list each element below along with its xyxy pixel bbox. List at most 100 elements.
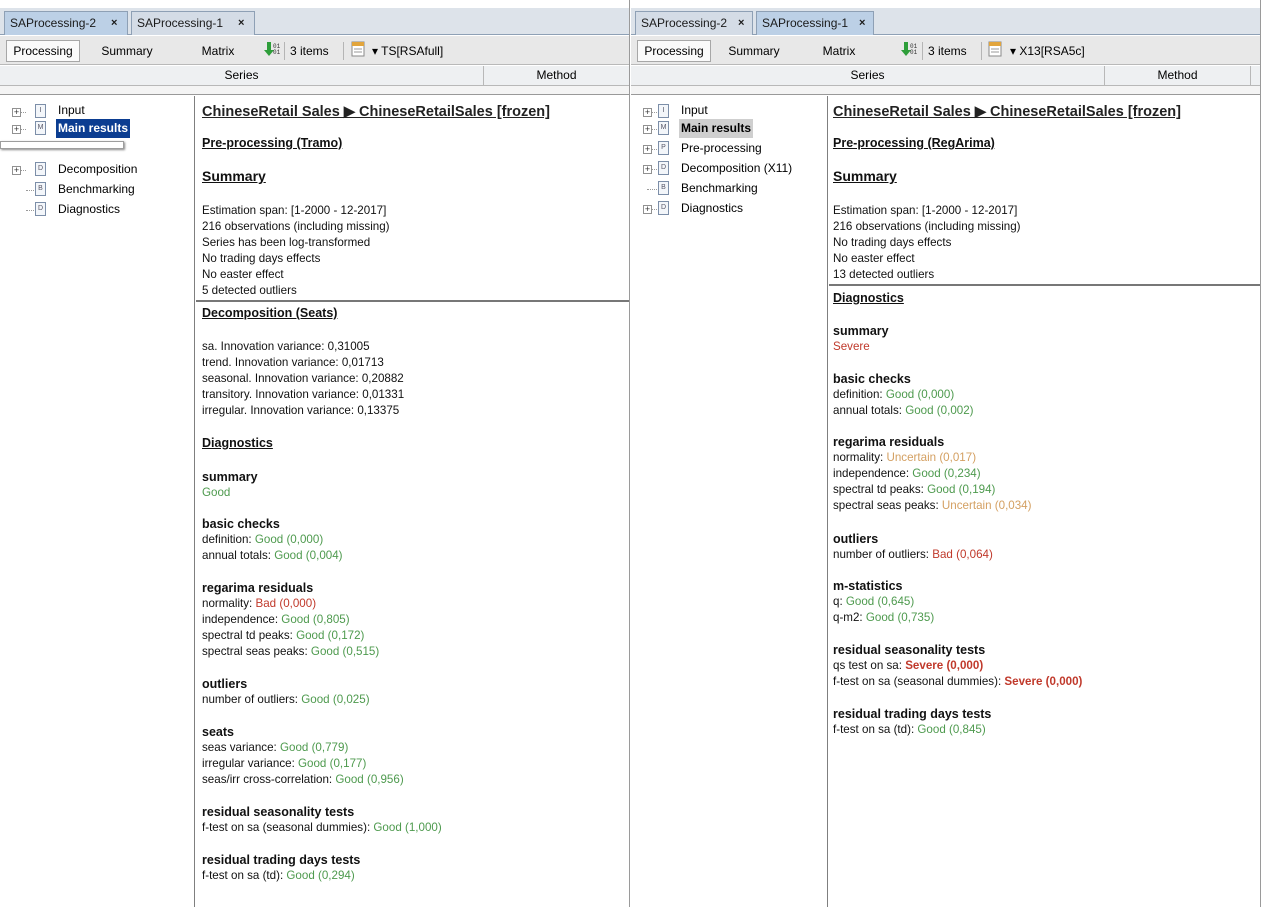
results-tree: + I Input + M Main results + P Pre-proce… [631,96,828,907]
report-panel: ChineseRetail Sales ▶ ChineseRetailSales… [196,96,629,907]
toolbar-separator [284,42,285,60]
app-root: SAProcessing-2 × SAProcessing-1 × Proces… [0,0,1261,907]
section-divider [196,300,629,302]
expand-icon[interactable]: + [643,165,652,174]
seats-group: seats seas variance: Good (0,779) irregu… [202,725,404,786]
section-divider [829,284,1260,286]
processing-toolbar: Processing Summary Matrix 01 01 3 items ▾… [0,36,629,65]
summary-block: Estimation span: [1-2000 - 12-2017] 216 … [833,204,1021,281]
tab-matrix[interactable]: Matrix [190,40,246,62]
decomposition-heading[interactable]: Decomposition (Seats) [202,306,337,320]
specification-icon[interactable] [351,40,367,62]
document-tabbar: SAProcessing-2 × SAProcessing-1 × [0,8,629,35]
column-series[interactable]: Series [0,66,484,86]
report-title: ChineseRetail Sales ▶ ChineseRetailSales… [202,104,550,120]
decomposition-node-icon: D [658,161,669,175]
expand-icon[interactable]: + [12,166,21,175]
residual-trading-days-group: residual trading days tests f-test on sa… [202,853,361,882]
tab-processing[interactable]: Processing [637,40,711,62]
outliers-group: outliers number of outliers: Bad (0,064) [833,532,993,561]
pre-processing-node-icon: P [658,141,669,155]
column-method[interactable]: Method [1105,66,1251,86]
close-icon[interactable]: × [111,12,117,34]
close-icon[interactable]: × [238,12,244,34]
tooltip-overlay [0,141,124,149]
expand-icon[interactable]: + [643,125,652,134]
left-processing-window: SAProcessing-2 × SAProcessing-1 × Proces… [0,0,630,907]
decomposition-block: sa. Innovation variance: 0,31005 trend. … [202,340,405,417]
specification-icon[interactable] [988,40,1004,62]
benchmarking-node-icon: B [658,181,669,195]
toolbar-separator [981,42,982,60]
svg-text:01: 01 [273,49,280,56]
doc-tab-saprocessing-1[interactable]: SAProcessing-1 × [131,11,255,35]
diagnostics-node-icon: D [35,202,46,216]
residual-seasonality-group: residual seasonality tests qs test on sa… [833,643,1083,688]
specification-dropdown[interactable]: ▾ X13[RSA5c] [1010,40,1085,62]
summary-heading: Summary [833,168,897,184]
series-table-header: Series Method [0,66,629,86]
doc-tab-label: SAProcessing-1 [137,16,224,30]
collapsed-series-row[interactable] [0,86,629,95]
right-processing-window: SAProcessing-2 × SAProcessing-1 × Proces… [631,0,1261,907]
toolbar-separator [343,42,344,60]
expand-icon[interactable]: + [643,145,652,154]
close-icon[interactable]: × [859,12,865,34]
document-tabbar: SAProcessing-2 × SAProcessing-1 × [631,8,1260,35]
results-tree: + I Input + M Main results Pre-processin… [0,96,195,907]
close-icon[interactable]: × [738,12,744,34]
m-statistics-group: m-statistics q: Good (0,645) q-m2: Good … [833,579,935,624]
column-method[interactable]: Method [484,66,629,86]
main-results-node-icon: M [658,121,669,135]
diagnostics-summary: summary Severe [833,324,889,353]
doc-tab-label: SAProcessing-2 [10,16,97,30]
decomposition-node-icon: D [35,162,46,176]
collapsed-series-row[interactable] [631,86,1260,95]
status-badge: Good [202,486,231,499]
run-processing-icon[interactable]: 01 01 [899,40,918,62]
regarima-residuals-group: regarima residuals normality: Uncertain … [833,435,1032,512]
report-title: ChineseRetail Sales ▶ ChineseRetailSales… [833,104,1181,120]
expand-icon[interactable]: + [12,108,21,117]
toolbar-separator [922,42,923,60]
preprocessing-heading[interactable]: Pre-processing (Tramo) [202,136,342,150]
diagnostics-summary: summary Good [202,470,258,499]
tab-processing[interactable]: Processing [6,40,80,62]
expand-icon[interactable]: + [643,108,652,117]
input-node-icon: I [35,104,46,118]
doc-tab-label: SAProcessing-1 [762,16,849,30]
items-count: 3 items [928,44,967,58]
basic-checks-group: basic checks definition: Good (0,000) an… [833,372,974,417]
regarima-residuals-group: regarima residuals normality: Bad (0,000… [202,581,380,658]
processing-toolbar: Processing Summary Matrix 01 01 3 items ▾… [631,36,1260,65]
specification-dropdown[interactable]: ▾ TS[RSAfull] [372,40,443,62]
main-results-node-icon: M [35,121,46,135]
expand-icon[interactable]: + [12,125,21,134]
outliers-group: outliers number of outliers: Good (0,025… [202,677,370,706]
benchmarking-node-icon: B [35,182,46,196]
summary-heading: Summary [202,168,266,184]
tab-summary[interactable]: Summary [721,40,787,62]
preprocessing-heading[interactable]: Pre-processing (RegArima) [833,136,995,150]
summary-block: Estimation span: [1-2000 - 12-2017] 216 … [202,204,390,297]
residual-trading-days-group: residual trading days tests f-test on sa… [833,707,992,736]
residual-seasonality-group: residual seasonality tests f-test on sa … [202,805,442,834]
doc-tab-saprocessing-1[interactable]: SAProcessing-1 × [756,11,874,35]
series-table-header: Series Method [631,66,1260,86]
doc-tab-label: SAProcessing-2 [641,16,728,30]
doc-tab-saprocessing-2[interactable]: SAProcessing-2 × [4,11,128,35]
input-node-icon: I [658,104,669,118]
items-count: 3 items [290,44,329,58]
run-processing-icon[interactable]: 01 01 [262,40,281,62]
basic-checks-group: basic checks definition: Good (0,000) an… [202,517,343,562]
svg-text:01: 01 [910,49,917,56]
status-badge: Severe [833,340,870,353]
column-series[interactable]: Series [631,66,1105,86]
tab-summary[interactable]: Summary [94,40,160,62]
expand-icon[interactable]: + [643,205,652,214]
tab-matrix[interactable]: Matrix [811,40,867,62]
diagnostics-node-icon: D [658,201,669,215]
diagnostics-heading[interactable]: Diagnostics [833,291,904,305]
diagnostics-heading[interactable]: Diagnostics [202,436,273,450]
doc-tab-saprocessing-2[interactable]: SAProcessing-2 × [635,11,753,35]
